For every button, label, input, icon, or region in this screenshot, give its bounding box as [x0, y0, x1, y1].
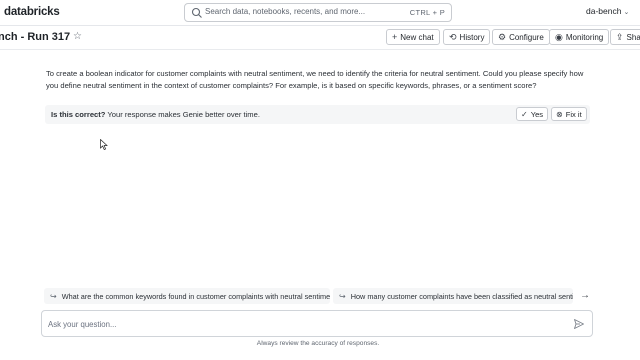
- reply-arrow-icon: ↪: [50, 291, 57, 301]
- send-icon[interactable]: [573, 318, 585, 330]
- assistant-message: To create a boolean indicator for custom…: [46, 69, 584, 90]
- fix-it-label: Fix it: [565, 109, 582, 119]
- feedback-bar: Is this correct? Your response makes Gen…: [45, 105, 590, 124]
- yes-button[interactable]: ✓ Yes: [516, 107, 549, 121]
- feedback-note: Your response makes Genie better over ti…: [105, 110, 260, 119]
- top-bar: databricks Search data, notebooks, recen…: [0, 0, 640, 26]
- eye-icon: ◉: [555, 31, 563, 42]
- search-shortcut: CTRL + P: [409, 7, 445, 17]
- configure-button[interactable]: ⚙ Configure: [492, 29, 550, 45]
- suggestion-chip[interactable]: ↪ What are the common keywords found in …: [44, 288, 330, 304]
- arrow-right-icon[interactable]: →: [578, 289, 592, 303]
- disclaimer-text: Always review the accuracy of responses.: [256, 340, 380, 347]
- new-chat-button[interactable]: + New chat: [386, 29, 440, 45]
- suggestion-text: What are the common keywords found in cu…: [61, 291, 330, 301]
- yes-label: Yes: [530, 109, 544, 119]
- feedback-prompt: Is this correct? Your response makes Gen…: [51, 110, 260, 119]
- share-icon: ⇪: [616, 31, 624, 42]
- space-header: nch - Run 317 ☆ + New chat ⟲ History ⚙ C…: [0, 26, 640, 50]
- global-search[interactable]: Search data, notebooks, recents, and mor…: [184, 3, 452, 22]
- history-icon: ⟲: [449, 31, 457, 42]
- share-label: Sha: [626, 32, 640, 42]
- monitoring-button[interactable]: ◉ Monitoring: [549, 29, 610, 45]
- check-circle-icon: ✓: [521, 109, 528, 119]
- suggestion-text: How many customer complaints have been c…: [350, 291, 573, 301]
- history-button[interactable]: ⟲ History: [443, 29, 491, 45]
- chevron-down-icon: ⌄: [623, 9, 630, 16]
- fix-it-button[interactable]: ⊗ Fix it: [551, 107, 587, 121]
- history-label: History: [459, 32, 485, 42]
- suggestion-chip[interactable]: ↪ How many customer complaints have been…: [333, 288, 573, 304]
- feedback-question: Is this correct?: [51, 110, 106, 119]
- gear-icon: ⚙: [498, 31, 507, 42]
- share-button[interactable]: ⇪ Sha: [610, 29, 640, 45]
- star-icon[interactable]: ☆: [73, 31, 82, 42]
- configure-label: Configure: [509, 32, 544, 42]
- reply-arrow-icon: ↪: [339, 291, 346, 301]
- search-icon: [191, 7, 202, 18]
- page-title: nch - Run 317: [0, 31, 71, 43]
- plus-icon: +: [392, 32, 398, 42]
- monitoring-label: Monitoring: [565, 32, 604, 42]
- close-circle-icon: ⊗: [556, 109, 563, 119]
- search-placeholder: Search data, notebooks, recents, and mor…: [205, 7, 366, 16]
- databricks-logo[interactable]: databricks: [4, 6, 60, 18]
- user-menu[interactable]: da-bench ⌄: [586, 6, 629, 16]
- question-input[interactable]: [48, 317, 558, 331]
- user-name: da-bench: [586, 6, 622, 16]
- mouse-cursor-icon: [100, 139, 108, 150]
- new-chat-label: New chat: [400, 32, 434, 42]
- question-composer: [41, 310, 593, 337]
